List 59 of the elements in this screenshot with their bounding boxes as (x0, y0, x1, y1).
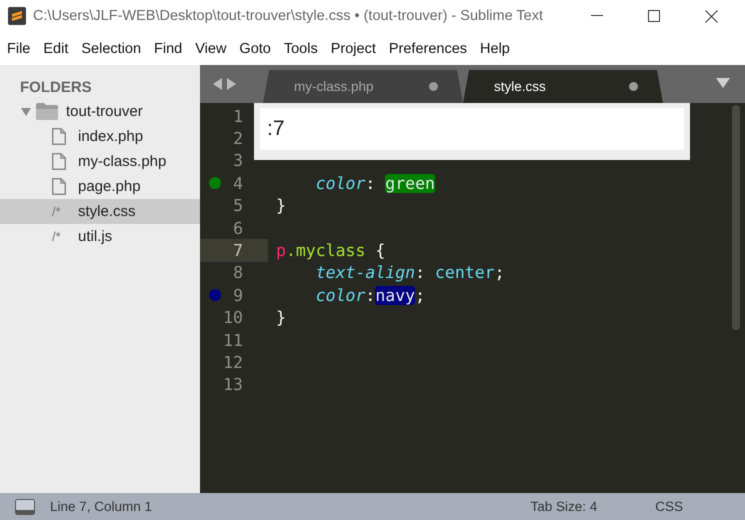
app-logo-icon (8, 7, 26, 25)
minimize-icon[interactable] (591, 15, 603, 17)
code-line: } (275, 308, 286, 328)
menu-item[interactable]: Find (154, 40, 182, 56)
menu-item[interactable]: Preferences (388, 40, 468, 56)
line-number-gutter: 3 (232, 150, 244, 172)
sidebar-heading: FOLDERS (19, 78, 93, 98)
sidebar-file[interactable]: /* util.js (0, 224, 200, 249)
code-line: color:navy; (314, 286, 426, 305)
editor-tab[interactable]: style.css (463, 70, 663, 103)
line-number-gutter: 8 (232, 262, 244, 284)
maximize-icon[interactable] (648, 10, 660, 22)
code-line: } (275, 196, 286, 216)
menu-item[interactable]: Selection (81, 40, 142, 56)
line-number-gutter: 4 (200, 172, 268, 195)
code-line: color: green (314, 174, 435, 193)
folder-item[interactable]: tout-trouver (0, 99, 200, 124)
code-line: p.myclass { (275, 241, 386, 260)
file-icon (52, 128, 66, 145)
code-line: text-align: center; (314, 263, 504, 282)
sidebar-file[interactable]: index.php (0, 124, 200, 149)
comment-icon: /* (52, 229, 70, 244)
folder-icon (36, 103, 58, 120)
line-number-gutter: 2 (232, 128, 244, 150)
tab-size-setting[interactable]: Tab Size: 4 (530, 499, 598, 514)
window-title: C:\Users\JLF-WEB\Desktop\tout-trouver\style.css • (tout-trouver) - Sublime Text (33, 8, 544, 24)
file-icon (52, 153, 66, 170)
menu-item[interactable]: Edit (43, 40, 68, 56)
line-number-gutter: 5 (232, 195, 244, 217)
line-number-gutter: 13 (222, 374, 244, 396)
sidebar-file[interactable]: /* style.css (0, 199, 200, 224)
file-icon (52, 178, 66, 195)
goto-input-field[interactable]: :7 (260, 108, 684, 150)
line-number-gutter: 1 (232, 106, 244, 128)
sidebar-file[interactable]: page.php (0, 174, 200, 199)
menu-item[interactable]: File (7, 40, 30, 56)
close-icon[interactable] (705, 10, 718, 22)
comment-icon: /* (52, 204, 70, 219)
previous-arrow-icon[interactable] (213, 78, 222, 90)
sidebar-file[interactable]: my-class.php (0, 149, 200, 174)
line-number-gutter: 9 (200, 284, 268, 307)
menu-item[interactable]: Project (330, 40, 376, 56)
next-arrow-icon[interactable] (227, 78, 236, 90)
syntax-setting[interactable]: CSS (655, 499, 683, 514)
line-number-gutter: 7 (200, 239, 268, 262)
menu-item[interactable]: View (195, 40, 226, 56)
line-number-gutter: 10 (222, 307, 244, 329)
cursor-position: Line 7, Column 1 (50, 499, 152, 514)
line-number-gutter: 11 (222, 330, 244, 352)
editor-tab[interactable]: my-class.php (263, 70, 463, 103)
menu-item[interactable]: Tools (284, 40, 318, 56)
panel-icon[interactable] (15, 498, 35, 514)
dropdown-arrow-icon[interactable] (716, 78, 730, 88)
menu-item[interactable]: Goto (239, 40, 271, 56)
scrollbar[interactable] (732, 105, 740, 330)
expanded-caret-icon[interactable] (21, 108, 31, 116)
menu-item[interactable]: Help (480, 40, 510, 56)
line-number-gutter: 6 (232, 218, 244, 240)
line-number-gutter: 12 (222, 352, 244, 374)
